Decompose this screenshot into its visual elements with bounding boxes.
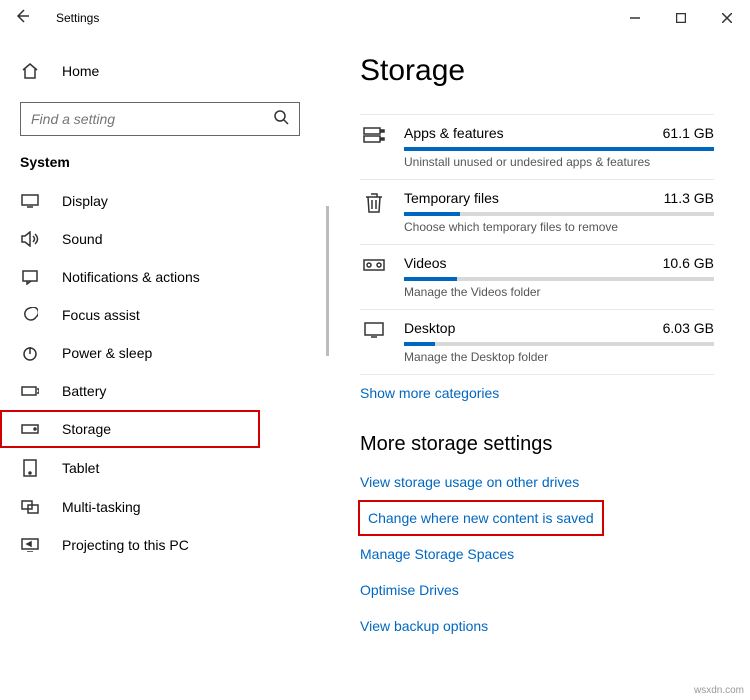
storage-bar: [404, 212, 714, 216]
storage-item-desc: Uninstall unused or undesired apps & fea…: [404, 155, 714, 169]
storage-item-desc: Choose which temporary files to remove: [404, 220, 714, 234]
sidebar-item-display[interactable]: Display: [0, 182, 320, 220]
sidebar-item-label: Sound: [62, 231, 102, 247]
tablet-icon: [20, 459, 40, 477]
home-icon: [20, 62, 40, 80]
notifications-icon: [20, 269, 40, 285]
focus-assist-icon: [20, 307, 40, 323]
projecting-icon: [20, 538, 40, 552]
storage-item-name: Desktop: [404, 320, 455, 336]
sidebar-item-label: Projecting to this PC: [62, 537, 189, 553]
storage-item-size: 11.3 GB: [664, 190, 714, 206]
storage-item[interactable]: Temporary files 11.3 GB Choose which tempo…: [360, 180, 714, 245]
settings-link[interactable]: View storage usage on other drives: [360, 464, 714, 500]
sidebar-item-projecting[interactable]: Projecting to this PC: [0, 526, 320, 564]
settings-link[interactable]: Manage Storage Spaces: [360, 536, 714, 572]
storage-item-name: Temporary files: [404, 190, 499, 206]
sidebar-item-label: Home: [62, 63, 99, 79]
back-button[interactable]: [14, 8, 38, 29]
desktop-icon: [360, 322, 388, 338]
sidebar-item-multitasking[interactable]: Multi-tasking: [0, 488, 320, 526]
storage-item[interactable]: Desktop 6.03 GB Manage the Desktop folder: [360, 310, 714, 375]
storage-item[interactable]: Videos 10.6 GB Manage the Videos folder: [360, 245, 714, 310]
search-icon: [273, 109, 289, 130]
maximize-button[interactable]: [658, 0, 704, 36]
sidebar-item-tablet[interactable]: Tablet: [0, 448, 320, 488]
scrollbar[interactable]: [326, 206, 329, 356]
display-icon: [20, 194, 40, 208]
trash-icon: [360, 192, 388, 214]
sidebar-item-label: Multi-tasking: [62, 499, 141, 515]
settings-link[interactable]: Change where new content is saved: [360, 502, 602, 534]
sidebar-item-label: Display: [62, 193, 108, 209]
page-title: Storage: [360, 54, 714, 88]
multitasking-icon: [20, 500, 40, 514]
sidebar-item-notifications[interactable]: Notifications & actions: [0, 258, 320, 296]
storage-bar: [404, 147, 714, 151]
storage-item-desc: Manage the Desktop folder: [404, 350, 714, 364]
sidebar-item-power-sleep[interactable]: Power & sleep: [0, 334, 320, 372]
storage-item-desc: Manage the Videos folder: [404, 285, 714, 299]
search-input[interactable]: [20, 102, 300, 136]
video-icon: [360, 257, 388, 273]
storage-bar: [404, 277, 714, 281]
show-more-link[interactable]: Show more categories: [360, 375, 714, 411]
storage-item-size: 10.6 GB: [663, 255, 714, 271]
storage-icon: [20, 424, 40, 434]
storage-item-size: 6.03 GB: [663, 320, 714, 336]
window-title: Settings: [56, 11, 99, 25]
sidebar-item-label: Notifications & actions: [62, 269, 200, 285]
close-button[interactable]: [704, 0, 750, 36]
sidebar-item-storage[interactable]: Storage: [0, 410, 260, 448]
watermark: wsxdn.com: [694, 685, 744, 696]
storage-item[interactable]: Apps & features 61.1 GB Uninstall unused o…: [360, 114, 714, 180]
settings-link[interactable]: Optimise Drives: [360, 572, 714, 608]
settings-link[interactable]: View backup options: [360, 608, 714, 644]
power-icon: [20, 345, 40, 361]
sidebar-item-home[interactable]: Home: [0, 54, 320, 88]
search-field[interactable]: [31, 111, 273, 127]
sidebar-item-label: Power & sleep: [62, 345, 152, 361]
more-settings-heading: More storage settings: [360, 433, 714, 456]
sidebar-item-sound[interactable]: Sound: [0, 220, 320, 258]
sidebar-item-label: Focus assist: [62, 307, 140, 323]
sidebar: Home System Display Sound Notifications …: [0, 36, 320, 700]
sidebar-item-focus-assist[interactable]: Focus assist: [0, 296, 320, 334]
sidebar-item-label: Storage: [62, 421, 111, 437]
battery-icon: [20, 385, 40, 397]
section-label: System: [0, 154, 320, 182]
storage-item-name: Videos: [404, 255, 447, 271]
sidebar-item-label: Battery: [62, 383, 106, 399]
storage-bar: [404, 342, 714, 346]
sidebar-item-label: Tablet: [62, 460, 99, 476]
main-content: Storage Apps & features 61.1 GB Uninstall …: [320, 36, 750, 700]
apps-features-icon: [360, 127, 388, 143]
sound-icon: [20, 231, 40, 247]
sidebar-item-battery[interactable]: Battery: [0, 372, 320, 410]
storage-item-size: 61.1 GB: [663, 125, 714, 141]
storage-item-name: Apps & features: [404, 125, 504, 141]
minimize-button[interactable]: [612, 0, 658, 36]
